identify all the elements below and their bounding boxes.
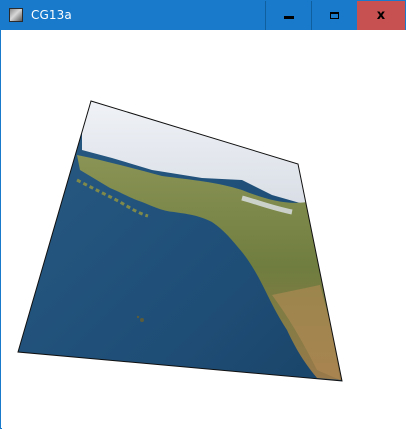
close-button[interactable]: x [357,1,405,30]
app-window: CG13a x [0,0,406,429]
maximize-icon [330,12,339,19]
hawaii-island [136,315,140,319]
render-canvas[interactable] [2,30,406,429]
hawaii-island [140,318,144,322]
title-bar[interactable]: CG13a x [1,1,405,30]
minimize-icon [283,16,294,19]
minimize-button[interactable] [265,1,311,30]
maximize-button[interactable] [311,1,357,30]
window-title: CG13a [31,8,72,22]
app-icon[interactable] [9,8,23,22]
terrain-viewport [17,100,343,382]
close-icon: x [376,8,386,23]
